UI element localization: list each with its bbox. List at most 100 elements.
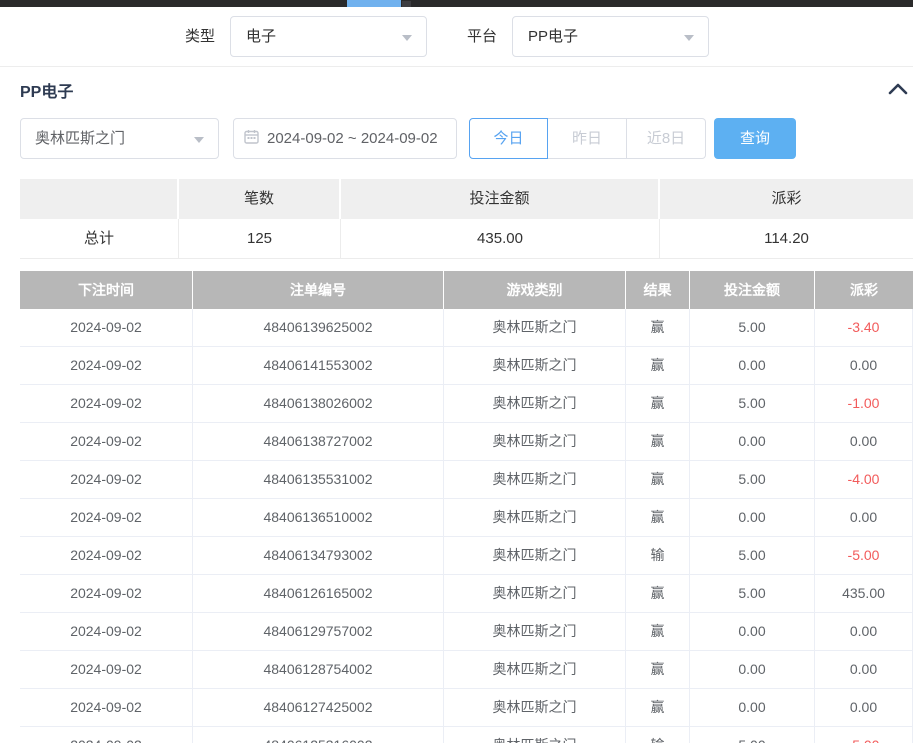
cell-result: 赢 [626,499,690,537]
cell-order-id: 48406129757002 [193,613,444,651]
cell-payout: -3.40 [815,309,913,347]
cell-bet-time: 2024-09-02 [20,347,193,385]
cell-payout: -4.00 [815,461,913,499]
cell-bet-amount: 0.00 [690,689,815,727]
summary-total-bet-amount: 435.00 [341,219,660,259]
summary-header-empty [20,179,179,219]
platform-label: 平台 [467,16,497,57]
platform-select-value: PP电子 [528,28,578,45]
table-row: 2024-09-02 48406127425002 奥林匹斯之门 赢 0.00 … [20,689,913,727]
cell-bet-time: 2024-09-02 [20,385,193,423]
cell-order-id: 48406138026002 [193,385,444,423]
cell-bet-amount: 5.00 [690,537,815,575]
cell-order-id: 48406134793002 [193,537,444,575]
cell-bet-time: 2024-09-02 [20,651,193,689]
cell-bet-amount: 0.00 [690,651,815,689]
summary-total-label: 总计 [20,219,179,259]
cell-order-id: 48406135531002 [193,461,444,499]
table-row: 2024-09-02 48406135531002 奥林匹斯之门 赢 5.00 … [20,461,913,499]
type-select[interactable]: 电子 [230,16,427,57]
cell-bet-time: 2024-09-02 [20,575,193,613]
yesterday-button[interactable]: 昨日 [548,118,627,159]
cell-bet-time: 2024-09-02 [20,689,193,727]
cell-bet-time: 2024-09-02 [20,537,193,575]
game-select-value: 奥林匹斯之门 [35,130,125,147]
cell-order-id: 48406138727002 [193,423,444,461]
search-button[interactable]: 查询 [714,118,796,159]
table-row: 2024-09-02 48406134793002 奥林匹斯之门 输 5.00 … [20,537,913,575]
cell-order-id: 48406139625002 [193,309,444,347]
cell-order-id: 48406141553002 [193,347,444,385]
cell-result: 赢 [626,385,690,423]
chevron-down-icon [684,35,694,41]
cell-bet-time: 2024-09-02 [20,727,193,743]
cell-bet-time: 2024-09-02 [20,613,193,651]
header-result: 结果 [626,271,690,309]
cell-bet-amount: 5.00 [690,309,815,347]
cell-game-category: 奥林匹斯之门 [444,689,626,727]
cell-result: 赢 [626,461,690,499]
cell-order-id: 48406125316002 [193,727,444,743]
cell-game-category: 奥林匹斯之门 [444,423,626,461]
table-row: 2024-09-02 48406141553002 奥林匹斯之门 赢 0.00 … [20,347,913,385]
active-tab-indicator[interactable] [347,0,401,7]
summary-total-row: 总计 125 435.00 114.20 [20,219,913,259]
summary-total-payout: 114.20 [660,219,913,259]
page: 类型 电子 平台 PP电子 PP电子 奥林匹斯之门 [0,0,913,743]
cell-game-category: 奥林匹斯之门 [444,461,626,499]
summary-total-count: 125 [179,219,341,259]
table-row: 2024-09-02 48406136510002 奥林匹斯之门 赢 0.00 … [20,499,913,537]
cell-bet-amount: 0.00 [690,423,815,461]
cell-result: 赢 [626,575,690,613]
last8days-button[interactable]: 近8日 [627,118,706,159]
cell-result: 赢 [626,309,690,347]
calendar-icon [244,129,259,149]
cell-bet-amount: 0.00 [690,499,815,537]
chevron-up-icon[interactable] [886,80,910,98]
cell-game-category: 奥林匹斯之门 [444,309,626,347]
summary-header-count: 笔数 [179,179,341,219]
cell-payout: 0.00 [815,651,913,689]
cell-bet-amount: 0.00 [690,347,815,385]
cell-bet-time: 2024-09-02 [20,309,193,347]
cell-game-category: 奥林匹斯之门 [444,575,626,613]
game-select[interactable]: 奥林匹斯之门 [20,118,219,159]
cell-result: 赢 [626,613,690,651]
table-row: 2024-09-02 48406128754002 奥林匹斯之门 赢 0.00 … [20,651,913,689]
summary-header-row: 笔数 投注金额 派彩 [20,179,913,219]
cell-bet-amount: 5.00 [690,385,815,423]
tab-close-icon[interactable] [402,1,411,7]
platform-select[interactable]: PP电子 [512,16,709,57]
cell-game-category: 奥林匹斯之门 [444,537,626,575]
cell-game-category: 奥林匹斯之门 [444,613,626,651]
cell-payout: -5.00 [815,727,913,743]
chevron-down-icon [402,35,412,41]
cell-payout: 0.00 [815,347,913,385]
bet-table-body: 2024-09-02 48406139625002 奥林匹斯之门 赢 5.00 … [20,309,913,743]
table-row: 2024-09-02 48406139625002 奥林匹斯之门 赢 5.00 … [20,309,913,347]
table-row: 2024-09-02 48406138727002 奥林匹斯之门 赢 0.00 … [20,423,913,461]
cell-result: 赢 [626,651,690,689]
chevron-down-icon [194,137,204,143]
date-range-value: 2024-09-02 ~ 2024-09-02 [267,130,438,147]
filter-row-secondary: 奥林匹斯之门 2024-09-02 ~ 2024-09-02 今日 昨日 近8日 [0,118,913,159]
cell-bet-time: 2024-09-02 [20,499,193,537]
header-game-category: 游戏类别 [444,271,626,309]
cell-bet-amount: 5.00 [690,461,815,499]
cell-result: 赢 [626,423,690,461]
today-button[interactable]: 今日 [469,118,548,159]
header-bet-time: 下注时间 [20,271,193,309]
cell-order-id: 48406136510002 [193,499,444,537]
type-label: 类型 [185,16,215,57]
cell-game-category: 奥林匹斯之门 [444,499,626,537]
cell-game-category: 奥林匹斯之门 [444,385,626,423]
type-select-value: 电子 [246,28,276,45]
table-row: 2024-09-02 48406129757002 奥林匹斯之门 赢 0.00 … [20,613,913,651]
cell-game-category: 奥林匹斯之门 [444,347,626,385]
cell-result: 赢 [626,347,690,385]
date-range-input[interactable]: 2024-09-02 ~ 2024-09-02 [233,118,457,159]
cell-bet-time: 2024-09-02 [20,423,193,461]
cell-payout: 0.00 [815,613,913,651]
cell-payout: 0.00 [815,423,913,461]
table-row: 2024-09-02 48406125316002 奥林匹斯之门 输 5.00 … [20,727,913,743]
